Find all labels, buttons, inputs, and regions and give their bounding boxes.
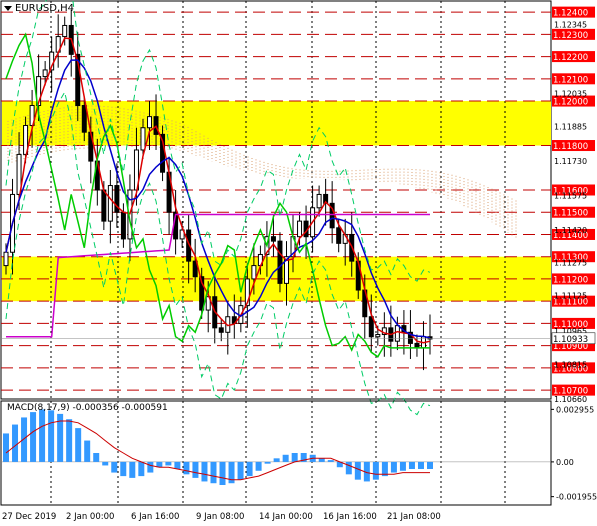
macd-hist-bar (417, 461, 424, 469)
price-pane[interactable] (0, 0, 552, 416)
macd-hist-bar (390, 461, 397, 473)
macd-hist-bar (48, 410, 55, 462)
time-axis-label: 9 Jan 08:00 (196, 512, 244, 522)
macd-hist-bar (246, 461, 253, 477)
macd-hist-bar (291, 453, 298, 462)
macd-pane[interactable] (0, 400, 552, 506)
macd-hist-bar (210, 461, 217, 484)
price-axis-label: 1.11885 (554, 123, 587, 132)
candle-body (107, 185, 113, 222)
macd-hist-bar (174, 461, 181, 469)
time-axis-label: 14 Jan 00:00 (259, 512, 313, 522)
macd-hist-bar (12, 424, 19, 462)
macd-hist-bar (129, 461, 136, 478)
price-tag-text: 1.11500 (553, 209, 588, 219)
macd-hist-bar (183, 461, 190, 475)
candle-body (336, 227, 342, 244)
macd-hist-bar (282, 454, 289, 462)
macd-hist-bar (237, 461, 244, 480)
price-axis-label: 1.12035 (554, 89, 587, 98)
macd-hist-bar (408, 461, 415, 469)
macd-hist-bar (111, 461, 118, 473)
candle-body (3, 251, 9, 267)
price-axis-label: 1.11275 (554, 258, 587, 267)
time-axis-label: 6 Jan 16:00 (131, 512, 179, 522)
price-tag-text: 1.11200 (553, 275, 588, 285)
candle-body (251, 265, 257, 280)
price-tag-text: 1.11800 (553, 142, 588, 152)
macd-pane-border (0, 400, 552, 506)
macd-axis-label: 0.00 (556, 458, 574, 467)
macd-hist-bar (165, 461, 172, 466)
candle-body (42, 69, 48, 78)
candle-body (218, 327, 224, 333)
macd-hist-bar (30, 412, 37, 462)
time-axis-label: 2 Jan 00:00 (66, 512, 114, 522)
price-axis-label: 1.10815 (554, 361, 587, 370)
price-axis-label: 1.11575 (554, 192, 587, 201)
price-tag-text: 1.12400 (553, 9, 588, 19)
macd-hist-bar (21, 417, 28, 462)
price-tag-text: 1.12300 (553, 31, 588, 41)
price-tag-text: 1.12000 (553, 98, 588, 108)
candle-body (394, 325, 400, 342)
macd-hist-bar (399, 461, 406, 471)
macd-hist-bar (120, 461, 127, 477)
macd-hist-bar (201, 461, 208, 482)
macd-hist-bar (264, 461, 271, 464)
macd-hist-bar (39, 409, 46, 462)
symbol-label: EURUSD,H4 (15, 3, 75, 14)
candle-body (316, 193, 322, 209)
macd-hist-bar (273, 458, 280, 462)
candle-body (277, 240, 283, 284)
candle-body (375, 334, 381, 338)
chart-title[interactable]: EURUSD,H4 (4, 3, 74, 14)
macd-hist-bar (219, 461, 226, 485)
time-axis: 27 Dec 2019 2 Jan 00:00 6 Jan 16:00 9 Jan 0… (2, 512, 441, 522)
macd-hist-bar (66, 419, 73, 462)
price-axis-label: 1.12345 (554, 20, 587, 29)
macd-hist-bar (192, 461, 199, 478)
macd-axis: 0.002955 0.00 -0.001955 (551, 405, 597, 502)
price-axis-label: 1.11420 (554, 226, 587, 235)
macd-hist-bar (327, 460, 334, 462)
time-axis-label: 16 Jan 16:00 (323, 512, 377, 522)
price-axis-label: 1.10660 (554, 395, 587, 404)
macd-hist-bar (3, 433, 9, 462)
macd-indicator-label: MACD(8,17,9) -0.000356 -0.000591 (7, 403, 168, 413)
macd-hist-bar (372, 461, 379, 480)
candle-body (101, 189, 107, 222)
dropdown-triangle-icon (4, 6, 12, 11)
macd-hist-bar (93, 453, 100, 462)
macd-hist-bar (255, 461, 262, 471)
time-axis-label: 21 Jan 08:00 (387, 512, 441, 522)
candle-body (62, 24, 68, 38)
chart-frame: 1.12400 1.12300 1.12200 1.12100 1.12000 1.118… (0, 0, 597, 522)
price-axis: 1.12400 1.12300 1.12200 1.12100 1.12000 1.118… (551, 6, 596, 404)
macd-hist-bar (138, 461, 145, 477)
price-axis-label: 1.11730 (554, 157, 587, 166)
macd-hist-bar (75, 428, 82, 462)
macd-hist-bar (354, 461, 361, 480)
candle-body (368, 316, 374, 338)
candle-body (140, 127, 146, 151)
price-tag-text: 1.12200 (553, 53, 588, 63)
time-axis-label: 27 Dec 2019 (2, 512, 56, 522)
macd-axis-label: -0.001955 (556, 493, 597, 502)
candle-body (120, 211, 126, 240)
macd-hist-bar (102, 461, 109, 466)
macd-hist-bar (345, 461, 352, 475)
current-price-text: 1.10933 (553, 335, 588, 345)
macd-hist-bar (427, 461, 433, 469)
candle-body (270, 236, 276, 242)
macd-axis-label: 0.002955 (556, 405, 594, 414)
candle-body (297, 220, 303, 238)
price-axis-label: 1.11125 (554, 292, 587, 301)
macd-hist-bar (318, 458, 325, 462)
macd-hist-bar (147, 461, 154, 473)
price-tag-text: 1.12100 (553, 75, 588, 85)
candle-body (81, 105, 87, 133)
candle-body (147, 116, 153, 129)
macd-hist-bar (84, 440, 91, 462)
